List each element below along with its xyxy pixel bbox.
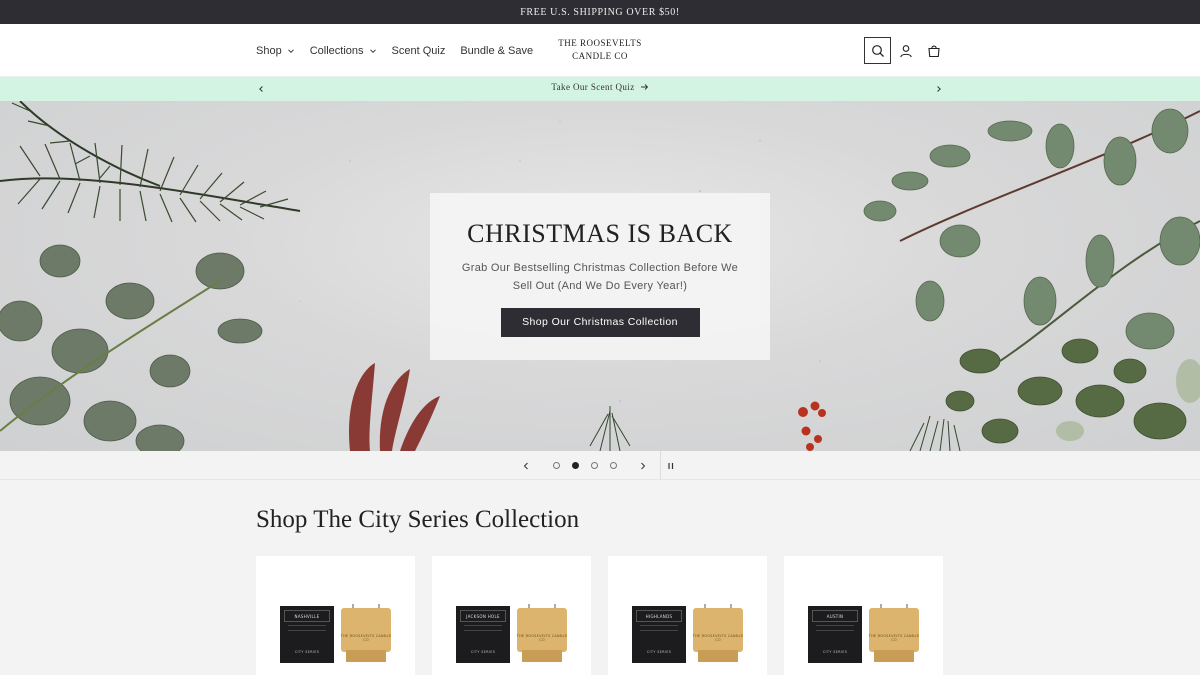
nav-scent-quiz-label: Scent Quiz <box>391 44 446 57</box>
box-label: HIGHLANDS <box>636 610 682 622</box>
chevron-down-icon <box>369 48 376 53</box>
main-nav: Shop Collections Scent Quiz Bundle & Sav… <box>256 24 533 77</box>
search-button[interactable] <box>864 37 891 64</box>
slide-dot-1[interactable] <box>553 462 560 469</box>
chevron-right-icon[interactable] <box>637 460 649 472</box>
box-series: CITY SERIES <box>646 650 672 654</box>
jar-text: THE ROOSEVELTS CANDLE CO <box>340 634 392 642</box>
hero-banner: CHRISTMAS IS BACK Grab Our Bestselling C… <box>0 101 1200 451</box>
box-series: CITY SERIES <box>822 650 848 654</box>
product-card[interactable]: NASHVILLE CITY SERIES THE ROOSEVELTS CAN… <box>256 556 415 675</box>
nav-shop-label: Shop <box>256 44 282 57</box>
header-icons <box>864 37 947 64</box>
jar-text: THE ROOSEVELTS CANDLE CO <box>516 634 568 642</box>
chevron-left-icon[interactable] <box>520 460 532 472</box>
site-header: Shop Collections Scent Quiz Bundle & Sav… <box>0 24 1200 77</box>
promo-bar: Take Our Scent Quiz <box>0 77 1200 101</box>
candle-jar-image: THE ROOSEVELTS CANDLE CO <box>516 604 568 664</box>
nav-collections[interactable]: Collections <box>310 45 377 57</box>
account-button[interactable] <box>892 37 919 64</box>
product-card[interactable]: AUSTIN CITY SERIES THE ROOSEVELTS CANDLE… <box>784 556 943 675</box>
box-label: AUSTIN <box>812 610 858 622</box>
cart-icon <box>927 44 940 57</box>
chevron-down-icon <box>287 48 294 53</box>
box-series: CITY SERIES <box>294 650 320 654</box>
product-box-image: HIGHLANDS CITY SERIES <box>632 606 686 663</box>
product-card[interactable]: HIGHLANDS CITY SERIES THE ROOSEVELTS CAN… <box>608 556 767 675</box>
slideshow-controls <box>0 451 1200 480</box>
product-box-image: NASHVILLE CITY SERIES <box>280 606 334 663</box>
search-icon <box>871 44 884 57</box>
jar-text: THE ROOSEVELTS CANDLE CO <box>692 634 744 642</box>
nav-shop[interactable]: Shop <box>256 45 295 57</box>
nav-scent-quiz[interactable]: Scent Quiz <box>392 45 446 57</box>
candle-jar-image: THE ROOSEVELTS CANDLE CO <box>868 604 920 664</box>
slide-dot-2[interactable] <box>572 462 579 469</box>
chevron-right-icon[interactable] <box>934 83 944 95</box>
logo-line1: THE ROOSEVELTS <box>558 38 642 48</box>
box-lines <box>464 625 502 631</box>
box-series: CITY SERIES <box>470 650 496 654</box>
slide-dot-3[interactable] <box>591 462 598 469</box>
box-lines <box>816 625 854 631</box>
cart-button[interactable] <box>920 37 947 64</box>
promo-text: Take Our Scent Quiz <box>551 82 635 92</box>
brand-logo[interactable]: THE ROOSEVELTS CANDLE CO <box>540 37 660 63</box>
product-box-image: AUSTIN CITY SERIES <box>808 606 862 663</box>
candle-jar-image: THE ROOSEVELTS CANDLE CO <box>692 604 744 664</box>
shop-christmas-button[interactable]: Shop Our Christmas Collection <box>500 308 700 337</box>
candle-jar-image: THE ROOSEVELTS CANDLE CO <box>340 604 392 664</box>
nav-bundle-save-label: Bundle & Save <box>460 44 534 57</box>
box-label: JACKSON HOLE <box>460 610 506 622</box>
pause-icon[interactable] <box>664 460 678 472</box>
product-box-image: JACKSON HOLE CITY SERIES <box>456 606 510 663</box>
jar-text: THE ROOSEVELTS CANDLE CO <box>868 634 920 642</box>
nav-bundle-save[interactable]: Bundle & Save <box>460 45 533 57</box>
announcement-text: FREE U.S. SHIPPING OVER $50! <box>520 6 680 18</box>
hero-subtitle: Grab Our Bestselling Christmas Collectio… <box>461 262 739 292</box>
slide-dot-4[interactable] <box>610 462 617 469</box>
collection-heading: Shop The City Series Collection <box>256 506 580 533</box>
account-icon <box>899 44 912 57</box>
hero-content-card: CHRISTMAS IS BACK Grab Our Bestselling C… <box>430 193 770 360</box>
box-lines <box>288 625 326 631</box>
nav-collections-label: Collections <box>309 44 364 57</box>
hero-title: CHRISTMAS IS BACK <box>467 219 733 248</box>
controls-divider <box>660 451 661 480</box>
box-label: NASHVILLE <box>284 610 330 622</box>
product-card[interactable]: JACKSON HOLE CITY SERIES THE ROOSEVELTS … <box>432 556 591 675</box>
logo-line2: CANDLE CO <box>572 51 628 61</box>
announcement-bar: FREE U.S. SHIPPING OVER $50! <box>0 0 1200 24</box>
scent-quiz-link[interactable]: Take Our Scent Quiz <box>0 82 1200 92</box>
box-lines <box>640 625 678 631</box>
arrow-right-icon <box>640 84 648 90</box>
